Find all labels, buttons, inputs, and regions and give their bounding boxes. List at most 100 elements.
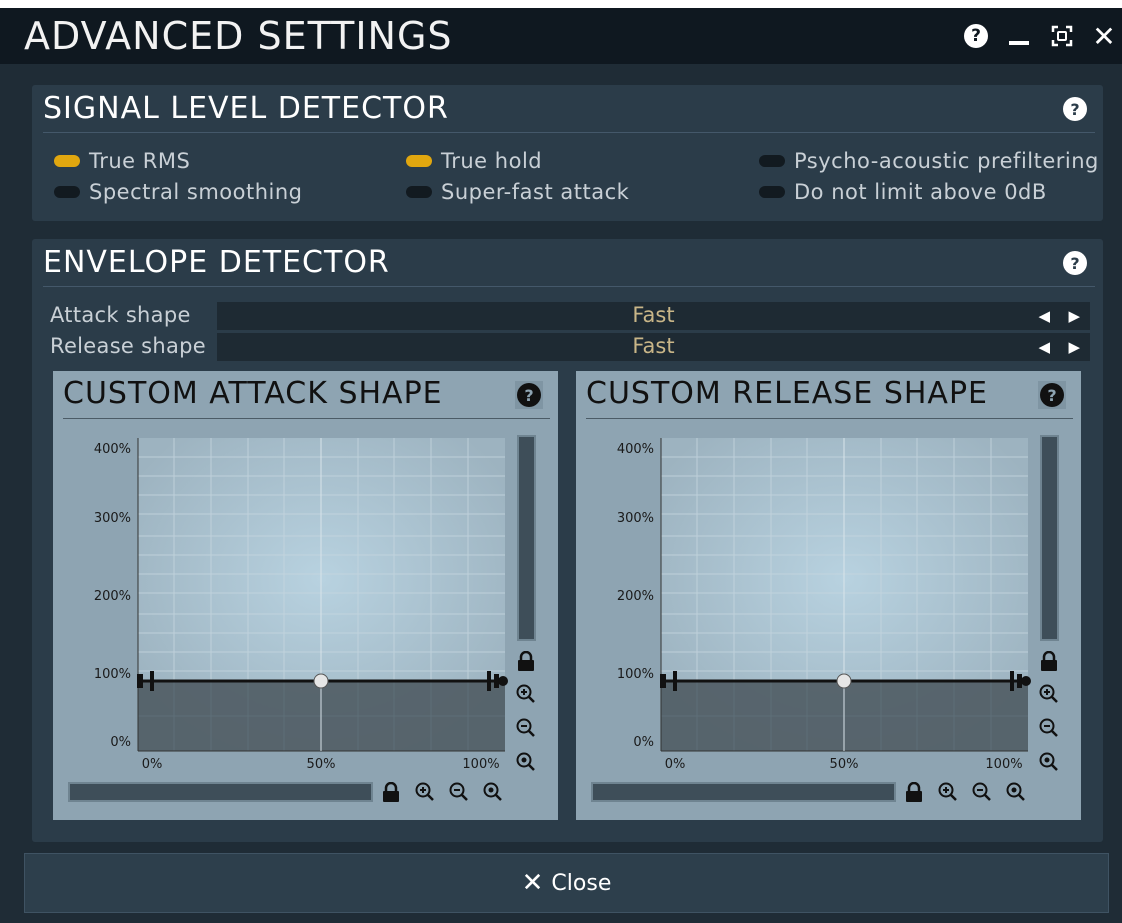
vertical-scrollbar[interactable] <box>1040 435 1059 641</box>
y-tick-label: 300% <box>94 511 131 526</box>
y-tick-label: 400% <box>94 442 131 457</box>
zoom-in-icon[interactable] <box>414 781 436 803</box>
toggle-label: Spectral smoothing <box>89 180 303 204</box>
lock-icon[interactable] <box>1038 650 1060 672</box>
y-tick-label: 200% <box>94 589 131 604</box>
curve-start-handle[interactable] <box>137 674 143 688</box>
vertical-scrollbar[interactable] <box>517 435 536 641</box>
x-tick-label: 0% <box>665 757 686 772</box>
toggle-label: Psycho-acoustic prefiltering <box>794 149 1099 173</box>
zoom-reset-icon[interactable] <box>515 751 537 773</box>
panel-title: CUSTOM RELEASE SHAPE <box>586 376 989 411</box>
toggle-true-rms[interactable]: True RMS <box>54 149 190 173</box>
curve-start-marker[interactable] <box>673 671 677 691</box>
help-icon[interactable]: ? <box>1063 97 1087 121</box>
divider <box>43 286 1095 287</box>
section-title: ENVELOPE DETECTOR <box>43 245 390 280</box>
next-arrow-icon[interactable]: ▶ <box>1068 307 1080 325</box>
custom-attack-shape-panel: 400% 300% 200% 100% 0% 0% 50% 100% CUSTO… <box>53 371 558 820</box>
y-tick-label: 400% <box>617 442 654 457</box>
fullscreen-icon[interactable] <box>1048 22 1076 50</box>
divider <box>43 132 1095 133</box>
close-button[interactable]: ✕ Close <box>24 853 1109 913</box>
custom-release-shape-panel: 400% 300% 200% 100% 0% 0% 50% 100% CUSTO… <box>576 371 1081 820</box>
window-title: ADVANCED SETTINGS <box>24 14 453 58</box>
release-shape-row: Release shape Fast ◀ ▶ <box>50 333 1090 361</box>
attack-shape-label: Attack shape <box>50 303 191 327</box>
help-icon[interactable]: ? <box>1038 381 1066 409</box>
help-icon[interactable]: ? <box>1063 251 1087 275</box>
curve-end-marker[interactable] <box>487 671 491 691</box>
y-tick-label: 0% <box>110 735 131 750</box>
toggle-label: True RMS <box>89 149 191 173</box>
help-icon[interactable]: ? <box>962 22 990 50</box>
curve-end-point[interactable] <box>1021 676 1031 686</box>
curve-midpoint-handle[interactable] <box>836 673 852 689</box>
curve-end-marker[interactable] <box>1010 671 1014 691</box>
divider <box>63 418 550 419</box>
toggle-indicator <box>406 186 432 198</box>
zoom-reset-icon[interactable] <box>1038 751 1060 773</box>
release-shape-selector[interactable]: Fast ◀ ▶ <box>217 333 1090 361</box>
release-shape-label: Release shape <box>50 334 206 358</box>
zoom-out-icon[interactable] <box>448 781 470 803</box>
zoom-in-icon[interactable] <box>515 683 537 705</box>
toggle-indicator <box>54 186 80 198</box>
section-title: SIGNAL LEVEL DETECTOR <box>43 91 449 126</box>
signal-level-detector-section: SIGNAL LEVEL DETECTOR ? True RMS True ho… <box>32 85 1103 221</box>
toggle-label: Do not limit above 0dB <box>794 180 1047 204</box>
minimize-icon[interactable] <box>1005 22 1033 50</box>
y-tick-label: 100% <box>94 667 131 682</box>
divider <box>586 418 1073 419</box>
lock-icon[interactable] <box>380 781 402 803</box>
zoom-out-icon[interactable] <box>515 717 537 739</box>
horizontal-scrollbar[interactable] <box>591 782 896 802</box>
y-tick-label: 200% <box>617 589 654 604</box>
next-arrow-icon[interactable]: ▶ <box>1068 338 1080 356</box>
zoom-out-icon[interactable] <box>971 781 993 803</box>
toggle-label: True hold <box>441 149 543 173</box>
curve-start-marker[interactable] <box>150 671 154 691</box>
zoom-in-icon[interactable] <box>1038 683 1060 705</box>
zoom-in-icon[interactable] <box>937 781 959 803</box>
x-tick-label: 50% <box>307 757 336 772</box>
toggle-indicator <box>54 155 80 167</box>
close-window-icon[interactable]: ✕ <box>1090 20 1118 53</box>
y-tick-label: 100% <box>617 667 654 682</box>
toggle-spectral-smoothing[interactable]: Spectral smoothing <box>54 180 302 204</box>
advanced-settings-window: ADVANCED SETTINGS ? ✕ SIGNAL LEVEL DETEC… <box>0 8 1122 923</box>
title-bar: ADVANCED SETTINGS ? ✕ <box>0 8 1122 64</box>
curve-start-handle[interactable] <box>660 674 666 688</box>
horizontal-scrollbar[interactable] <box>68 782 373 802</box>
close-icon: ✕ <box>521 868 544 898</box>
x-tick-label: 50% <box>830 757 859 772</box>
y-tick-label: 300% <box>617 511 654 526</box>
toggle-true-hold[interactable]: True hold <box>406 149 542 173</box>
toggle-indicator <box>759 155 785 167</box>
attack-shape-value: Fast <box>632 303 675 327</box>
curve-end-point[interactable] <box>498 676 508 686</box>
toggle-indicator <box>406 155 432 167</box>
x-tick-label: 100% <box>985 757 1022 772</box>
attack-shape-selector[interactable]: Fast ◀ ▶ <box>217 302 1090 330</box>
zoom-reset-icon[interactable] <box>1005 781 1027 803</box>
panel-title: CUSTOM ATTACK SHAPE <box>63 376 443 411</box>
attack-shape-graph[interactable]: 400% 300% 200% 100% 0% 0% 50% 100% <box>53 371 558 820</box>
prev-arrow-icon[interactable]: ◀ <box>1038 307 1050 325</box>
close-button-label: Close <box>551 870 612 896</box>
toggle-do-not-limit-above-0db[interactable]: Do not limit above 0dB <box>759 180 1047 204</box>
zoom-out-icon[interactable] <box>1038 717 1060 739</box>
y-tick-label: 0% <box>633 735 654 750</box>
release-shape-graph[interactable]: 400% 300% 200% 100% 0% 0% 50% 100% <box>576 371 1081 820</box>
attack-shape-row: Attack shape Fast ◀ ▶ <box>50 302 1090 330</box>
x-tick-label: 0% <box>142 757 163 772</box>
toggle-psycho-acoustic-prefiltering[interactable]: Psycho-acoustic prefiltering <box>759 149 1099 173</box>
toggle-super-fast-attack[interactable]: Super-fast attack <box>406 180 629 204</box>
lock-icon[interactable] <box>903 781 925 803</box>
lock-icon[interactable] <box>515 650 537 672</box>
zoom-reset-icon[interactable] <box>482 781 504 803</box>
curve-midpoint-handle[interactable] <box>313 673 329 689</box>
help-icon[interactable]: ? <box>515 381 543 409</box>
prev-arrow-icon[interactable]: ◀ <box>1038 338 1050 356</box>
toggle-label: Super-fast attack <box>441 180 630 204</box>
